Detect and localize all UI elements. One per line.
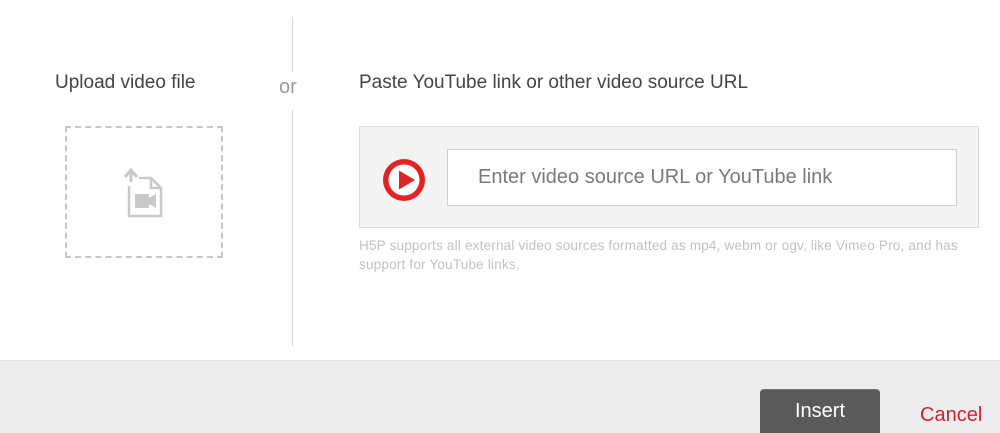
divider <box>292 110 293 346</box>
video-url-input[interactable] <box>447 149 957 206</box>
upload-dropzone[interactable] <box>65 126 223 258</box>
youtube-play-icon <box>382 158 426 202</box>
cancel-button[interactable]: Cancel <box>920 404 982 427</box>
video-source-dialog: Upload video file or Paste YouTube link … <box>0 0 1000 433</box>
upload-video-icon <box>119 167 173 224</box>
insert-button[interactable]: Insert <box>760 389 880 433</box>
upload-title: Upload video file <box>55 72 196 93</box>
divider <box>292 18 293 72</box>
url-panel <box>359 126 979 228</box>
or-separator: or <box>279 76 297 98</box>
url-help-text: H5P supports all external video sources … <box>359 238 958 272</box>
url-title: Paste YouTube link or other video source… <box>359 72 749 93</box>
dialog-footer: Insert Cancel <box>0 360 1000 433</box>
